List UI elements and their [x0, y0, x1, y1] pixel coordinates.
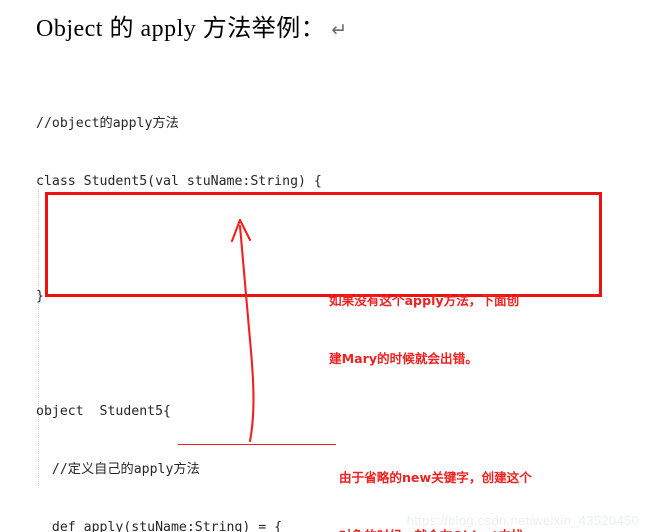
apply-method-annotation-line-1: 如果没有这个apply方法，下面创 [329, 292, 520, 308]
paragraph-return-icon: ↵ [331, 19, 348, 41]
screenshot-page: Object 的 apply 方法举例： ↵ //object的apply方法 c… [0, 0, 649, 532]
page-title-text: Object 的 apply 方法举例： [36, 16, 326, 42]
watermark: https://blog.csdn.net/weixin_43520450 [406, 513, 639, 528]
new-keyword-annotation-line-1: 由于省略的new关键字，创建这个 [339, 469, 532, 485]
apply-method-annotation-line-2: 建Mary的时候就会出错。 [329, 351, 478, 367]
code-line: //object的apply方法 [36, 116, 179, 132]
apply-method-annotation: 如果没有这个apply方法，下面创 建Mary的时候就会出错。 [329, 252, 519, 407]
mary-instantiation-underline [178, 444, 336, 445]
code-line: //定义自己的apply方法 [36, 461, 200, 477]
code-line: class Student5(val stuName:String) { [36, 174, 322, 189]
page-title: Object 的 apply 方法举例： ↵ [36, 8, 348, 43]
